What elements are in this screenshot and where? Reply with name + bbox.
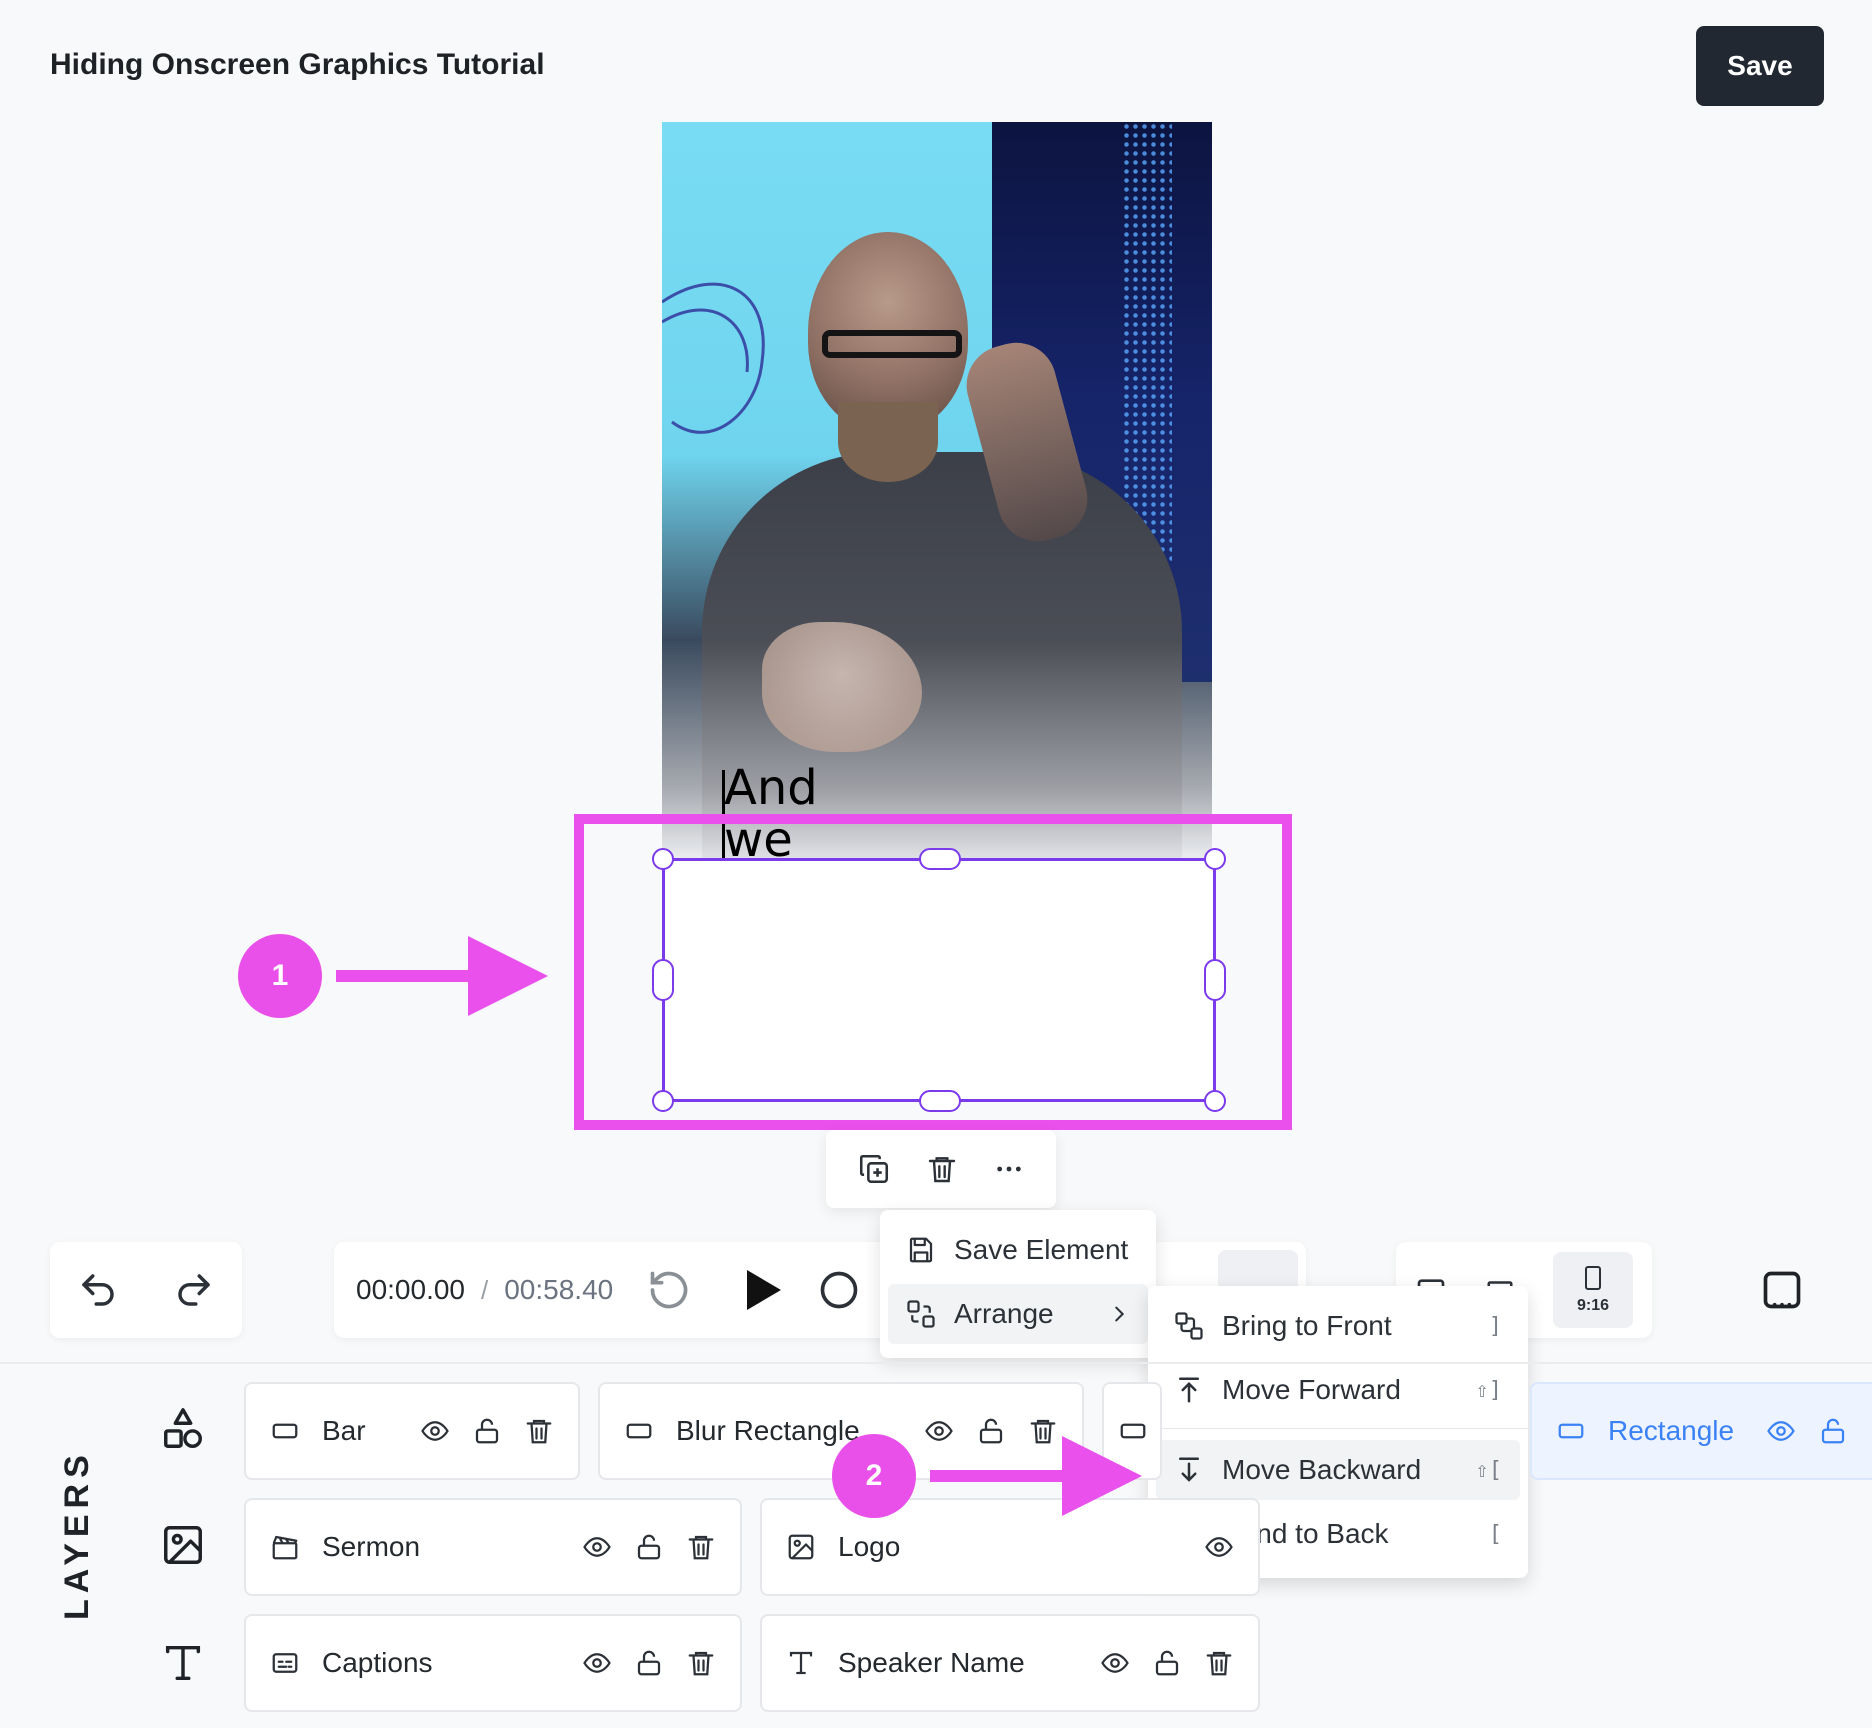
ratio-9-16-button[interactable]: 9:16 xyxy=(1553,1252,1633,1328)
annotation-arrow-1-head xyxy=(468,936,548,1016)
save-element-menu-item[interactable]: Save Element xyxy=(888,1220,1148,1280)
playback-controls: 00:00.00 / 00:58.40 xyxy=(334,1242,894,1338)
total-time: 00:58.40 xyxy=(504,1274,614,1305)
image-icon xyxy=(786,1532,816,1562)
rectangle-icon xyxy=(1556,1416,1586,1446)
safe-area-icon[interactable] xyxy=(1760,1268,1804,1312)
arrow-down-icon xyxy=(1174,1455,1204,1485)
rectangle-icon xyxy=(270,1416,300,1446)
arrange-menu-item[interactable]: Arrange xyxy=(888,1284,1148,1344)
eye-icon[interactable] xyxy=(924,1416,954,1446)
layer-captions[interactable]: Captions xyxy=(244,1614,742,1712)
shapes-category-icon[interactable] xyxy=(160,1406,206,1452)
arrange-label: Arrange xyxy=(954,1298,1054,1329)
element-toolbar xyxy=(826,1130,1056,1208)
move-backward-item[interactable]: Move Backward ⇧[ xyxy=(1156,1440,1520,1500)
move-forward-label: Move Forward xyxy=(1222,1374,1401,1405)
layer-sermon[interactable]: Sermon xyxy=(244,1498,742,1596)
time-separator: / xyxy=(481,1274,489,1305)
text-icon xyxy=(786,1648,816,1678)
portrait-phone-icon xyxy=(1585,1266,1601,1290)
save-element-label: Save Element xyxy=(954,1234,1129,1265)
layer-name: Speaker Name xyxy=(838,1647,1025,1678)
save-button[interactable]: Save xyxy=(1696,26,1824,106)
loop-icon[interactable] xyxy=(817,1268,861,1312)
video-preview[interactable]: And we xyxy=(662,122,1212,862)
layer-name: Logo xyxy=(838,1531,901,1562)
layers-heading: LAYERS xyxy=(58,1449,96,1620)
ratio-label: 9:16 xyxy=(1576,1297,1610,1314)
element-context-menu: Save Element Arrange xyxy=(880,1210,1156,1358)
undo-icon[interactable] xyxy=(77,1269,119,1311)
speaker-glasses xyxy=(822,330,962,358)
current-time: 00:00.00 xyxy=(356,1274,465,1305)
annotation-arrow-2-shaft xyxy=(930,1470,1070,1482)
layers-divider xyxy=(0,1362,1872,1364)
trash-icon[interactable] xyxy=(686,1648,716,1678)
unlock-icon[interactable] xyxy=(634,1648,664,1678)
annotation-badge-1: 1 xyxy=(238,934,322,1018)
eye-icon[interactable] xyxy=(582,1532,612,1562)
layer-rectangle[interactable]: Rectangle xyxy=(1530,1382,1872,1480)
trash-icon[interactable] xyxy=(1204,1648,1234,1678)
unlock-icon[interactable] xyxy=(1152,1648,1182,1678)
speaker-beard xyxy=(838,402,938,482)
move-backward-shortcut: ⇧[ xyxy=(1475,1457,1503,1483)
layer-name: Sermon xyxy=(322,1531,421,1562)
annotation-highlight-box xyxy=(574,814,1292,1130)
restart-icon[interactable] xyxy=(647,1268,691,1312)
trash-icon[interactable] xyxy=(926,1153,958,1185)
captions-icon xyxy=(270,1648,300,1678)
move-forward-shortcut: ⇧] xyxy=(1475,1377,1503,1403)
move-backward-label: Move Backward xyxy=(1222,1454,1422,1485)
eye-icon[interactable] xyxy=(1766,1416,1796,1446)
eye-icon[interactable] xyxy=(582,1648,612,1678)
trash-icon[interactable] xyxy=(524,1416,554,1446)
duplicate-icon[interactable] xyxy=(857,1152,891,1186)
arrow-up-icon xyxy=(1174,1375,1204,1405)
page-title: Hiding Onscreen Graphics Tutorial xyxy=(50,48,545,81)
eye-icon[interactable] xyxy=(420,1416,450,1446)
clapperboard-icon xyxy=(270,1532,300,1562)
text-category-icon[interactable] xyxy=(160,1640,206,1686)
unlock-icon[interactable] xyxy=(1818,1416,1848,1446)
play-icon[interactable] xyxy=(743,1268,783,1312)
layer-logo[interactable]: Logo xyxy=(760,1498,1260,1596)
unlock-icon[interactable] xyxy=(976,1416,1006,1446)
more-icon[interactable] xyxy=(993,1153,1025,1185)
unlock-icon[interactable] xyxy=(472,1416,502,1446)
bring-to-front-label: Bring to Front xyxy=(1222,1310,1392,1341)
annotation-badge-2: 2 xyxy=(832,1434,916,1518)
bring-to-front-shortcut: ] xyxy=(1488,1313,1502,1339)
layer-name: Captions xyxy=(322,1647,433,1678)
caption-line-1: And xyxy=(724,760,818,816)
floppy-icon xyxy=(906,1235,936,1265)
move-forward-item[interactable]: Move Forward ⇧] xyxy=(1156,1360,1520,1420)
redo-icon[interactable] xyxy=(173,1269,215,1311)
layer-name: Bar xyxy=(322,1415,366,1446)
layer-bar[interactable]: Bar xyxy=(244,1382,580,1480)
bring-to-front-icon xyxy=(1174,1311,1204,1341)
arrange-icon xyxy=(906,1299,936,1329)
submenu-divider xyxy=(1148,1428,1528,1429)
layer-speaker-name[interactable]: Speaker Name xyxy=(760,1614,1260,1712)
send-to-back-shortcut: [ xyxy=(1488,1521,1502,1547)
annotation-arrow-2-head xyxy=(1062,1436,1142,1516)
history-controls xyxy=(50,1242,242,1338)
bring-to-front-item[interactable]: Bring to Front ] xyxy=(1156,1296,1520,1356)
stage-swirl xyxy=(662,282,765,434)
trash-icon[interactable] xyxy=(1028,1416,1058,1446)
eye-icon[interactable] xyxy=(1204,1532,1234,1562)
rectangle-icon xyxy=(624,1416,654,1446)
layer-name: Rectangle xyxy=(1608,1415,1735,1446)
chevron-right-icon xyxy=(1108,1303,1130,1325)
trash-icon[interactable] xyxy=(686,1532,716,1562)
image-category-icon[interactable] xyxy=(160,1522,206,1568)
eye-icon[interactable] xyxy=(1100,1648,1130,1678)
led-lights xyxy=(1122,122,1172,562)
unlock-icon[interactable] xyxy=(634,1532,664,1562)
annotation-arrow-1-shaft xyxy=(336,970,476,982)
